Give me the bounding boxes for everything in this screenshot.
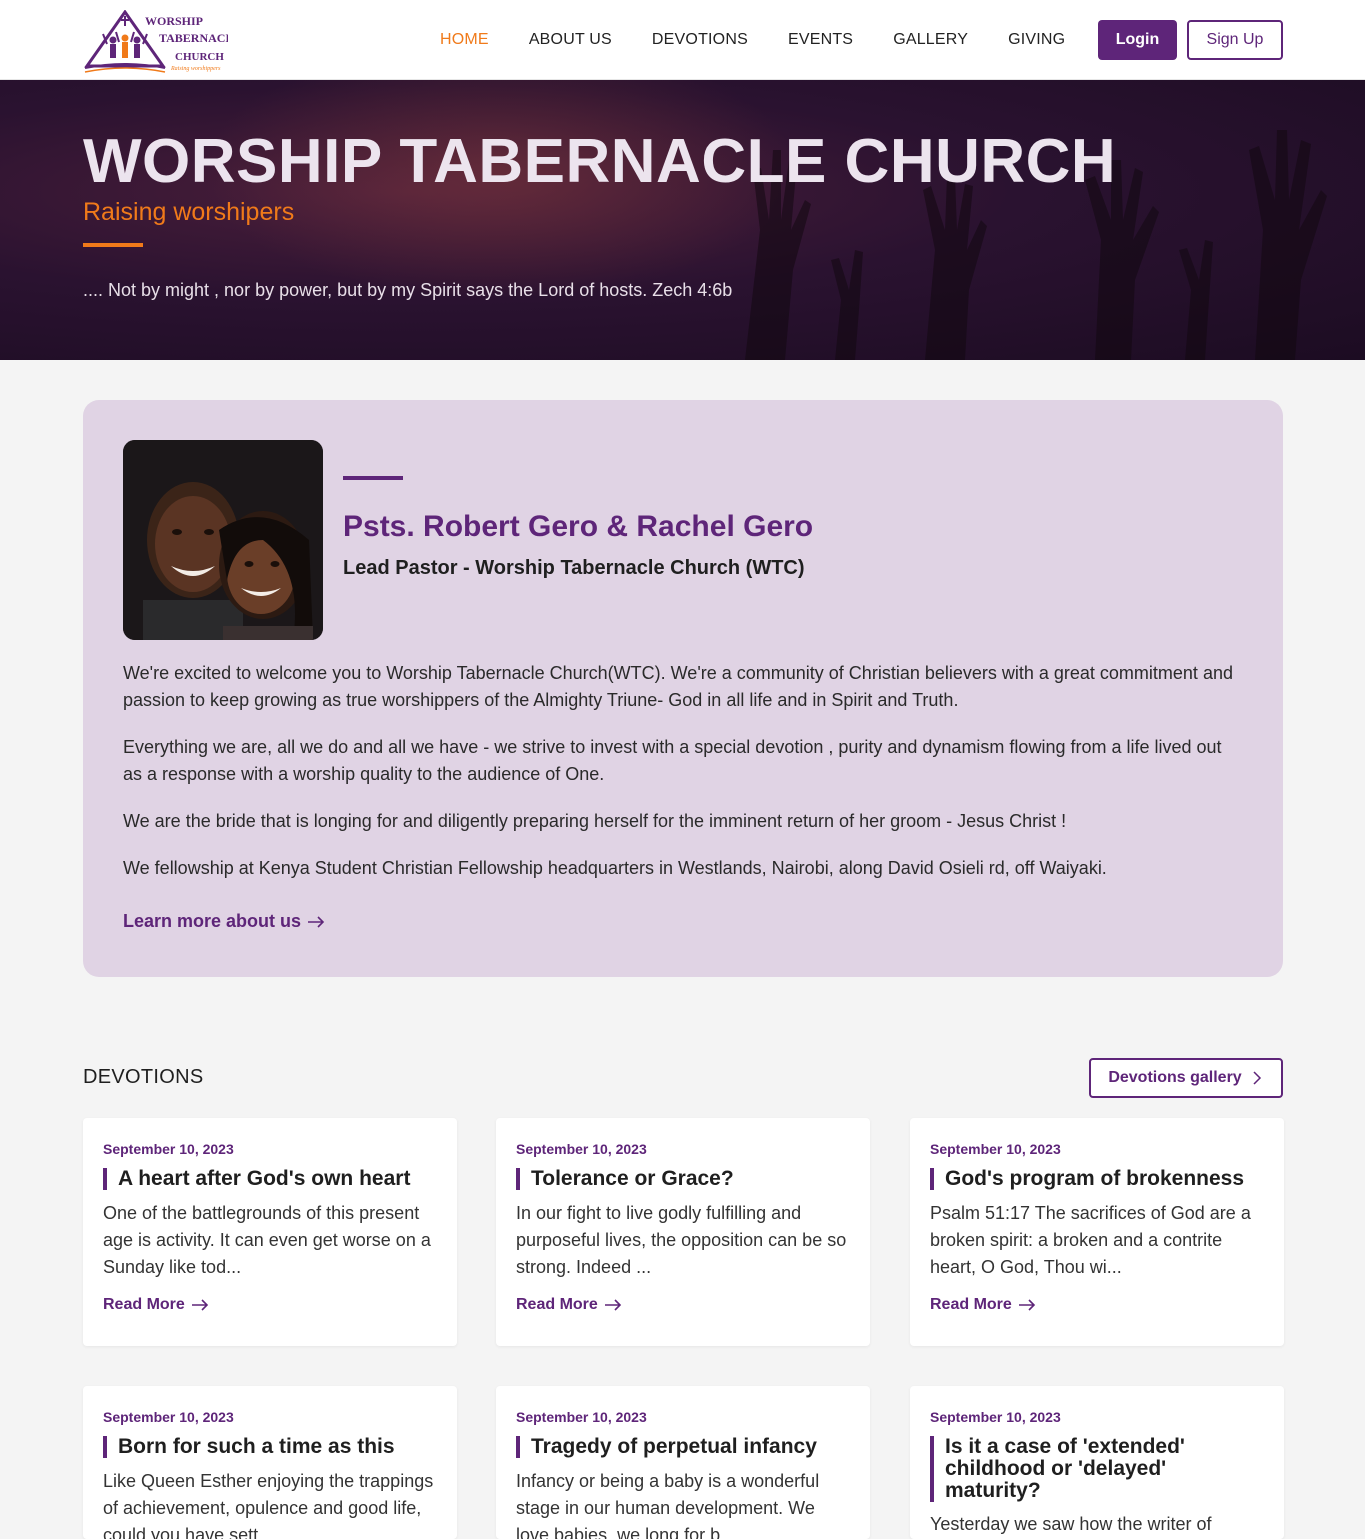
logo-line-3: CHURCH bbox=[175, 51, 224, 63]
pastor-accent-bar bbox=[343, 476, 403, 480]
devotion-date: September 10, 2023 bbox=[103, 1141, 234, 1157]
devotions-heading: DEVOTIONS bbox=[83, 1066, 204, 1088]
pastor-photo bbox=[123, 440, 323, 640]
devotion-date: September 10, 2023 bbox=[516, 1409, 647, 1425]
nav-devotions[interactable]: DEVOTIONS bbox=[652, 31, 748, 49]
pastor-role: Lead Pastor - Worship Tabernacle Church … bbox=[343, 557, 805, 579]
signup-button[interactable]: Sign Up bbox=[1187, 20, 1283, 60]
devotion-title[interactable]: A heart after God's own heart bbox=[103, 1168, 433, 1190]
devotion-excerpt: Infancy or being a baby is a wonderful s… bbox=[516, 1471, 820, 1539]
logo-tagline: Raising worshippers bbox=[170, 66, 221, 72]
devotion-card[interactable]: September 10, 2023 Tragedy of perpetual … bbox=[496, 1386, 870, 1539]
welcome-paragraph: We're excited to welcome you to Worship … bbox=[123, 663, 1233, 710]
hero-subtitle: Raising worshipers bbox=[83, 198, 295, 226]
devotions-gallery-label: Devotions gallery bbox=[1108, 1069, 1242, 1086]
logo-line-2: TABERNACLE bbox=[159, 31, 228, 45]
welcome-paragraph: Everything we are, all we do and all we … bbox=[123, 737, 1222, 784]
devotion-title[interactable]: God's program of brokenness bbox=[930, 1168, 1260, 1190]
devotion-date: September 10, 2023 bbox=[930, 1141, 1061, 1157]
hero-verse: .... Not by might , nor by power, but by… bbox=[83, 280, 733, 300]
devotion-title[interactable]: Tragedy of perpetual infancy bbox=[516, 1436, 846, 1458]
devotion-excerpt: In our fight to live godly fulfilling an… bbox=[516, 1203, 847, 1277]
devotion-card[interactable]: September 10, 2023 God's program of brok… bbox=[910, 1118, 1284, 1346]
welcome-paragraph: We fellowship at Kenya Student Christian… bbox=[123, 858, 1107, 878]
devotion-excerpt: Psalm 51:17 The sacrifices of God are a … bbox=[930, 1203, 1251, 1277]
devotion-date: September 10, 2023 bbox=[930, 1409, 1061, 1425]
arrow-right-icon bbox=[308, 915, 325, 928]
devotions-gallery-button[interactable]: Devotions gallery bbox=[1089, 1058, 1283, 1098]
read-more-label: Read More bbox=[930, 1296, 1012, 1313]
devotion-date: September 10, 2023 bbox=[516, 1141, 647, 1157]
arrow-right-icon bbox=[191, 1299, 208, 1311]
pastor-welcome-card: Psts. Robert Gero & Rachel Gero Lead Pas… bbox=[83, 400, 1283, 977]
devotion-title[interactable]: Born for such a time as this bbox=[103, 1436, 433, 1458]
arrow-right-icon bbox=[1018, 1299, 1035, 1311]
devotion-title[interactable]: Tolerance or Grace? bbox=[516, 1168, 846, 1190]
logo-line-1: WORSHIP bbox=[145, 14, 203, 28]
devotion-card[interactable]: September 10, 2023 A heart after God's o… bbox=[83, 1118, 457, 1346]
devotion-excerpt: Like Queen Esther enjoying the trappings… bbox=[103, 1471, 434, 1539]
devotion-date: September 10, 2023 bbox=[103, 1409, 234, 1425]
pastor-name: Psts. Robert Gero & Rachel Gero bbox=[343, 510, 814, 543]
chevron-right-icon bbox=[1253, 1071, 1261, 1085]
nav-events[interactable]: EVENTS bbox=[788, 31, 853, 49]
devotion-card[interactable]: September 10, 2023 Born for such a time … bbox=[83, 1386, 457, 1539]
nav-gallery[interactable]: GALLERY bbox=[893, 31, 968, 49]
read-more-link[interactable]: Read More bbox=[516, 1296, 622, 1314]
read-more-link[interactable]: Read More bbox=[930, 1296, 1036, 1314]
top-navbar: WORSHIP TABERNACLE CHURCH Raising worshi… bbox=[0, 0, 1365, 80]
hero-accent-bar bbox=[83, 243, 143, 247]
raised-hands-illustration bbox=[745, 130, 1327, 360]
devotion-card[interactable]: September 10, 2023 Tolerance or Grace? I… bbox=[496, 1118, 870, 1346]
hero-title: WORSHIP TABERNACLE CHURCH bbox=[83, 127, 1117, 196]
welcome-paragraph: We are the bride that is longing for and… bbox=[123, 811, 1067, 831]
church-logo[interactable]: WORSHIP TABERNACLE CHURCH Raising worshi… bbox=[83, 10, 228, 74]
devotion-title[interactable]: Is it a case of 'extended' childhood or … bbox=[930, 1436, 1230, 1502]
nav-home[interactable]: HOME bbox=[440, 31, 489, 49]
arrow-right-icon bbox=[604, 1299, 621, 1311]
nav-giving[interactable]: GIVING bbox=[1008, 31, 1065, 49]
devotion-excerpt: Yesterday we saw how the writer of bbox=[930, 1514, 1212, 1534]
read-more-link[interactable]: Read More bbox=[103, 1296, 209, 1314]
learn-more-label: Learn more about us bbox=[123, 911, 302, 931]
nav-about-us[interactable]: ABOUT US bbox=[529, 31, 612, 49]
read-more-label: Read More bbox=[103, 1296, 185, 1313]
hero-banner: WORSHIP TABERNACLE CHURCH Raising worshi… bbox=[0, 80, 1365, 360]
devotion-excerpt: One of the battlegrounds of this present… bbox=[103, 1203, 431, 1277]
learn-more-link[interactable]: Learn more about us bbox=[123, 911, 325, 932]
devotion-card[interactable]: September 10, 2023 Is it a case of 'exte… bbox=[910, 1386, 1284, 1539]
welcome-message: We're excited to welcome you to Worship … bbox=[123, 660, 1243, 902]
login-button[interactable]: Login bbox=[1098, 20, 1177, 60]
read-more-label: Read More bbox=[516, 1296, 598, 1313]
main-menu: HOME ABOUT US DEVOTIONS EVENTS GALLERY G… bbox=[440, 0, 1105, 80]
